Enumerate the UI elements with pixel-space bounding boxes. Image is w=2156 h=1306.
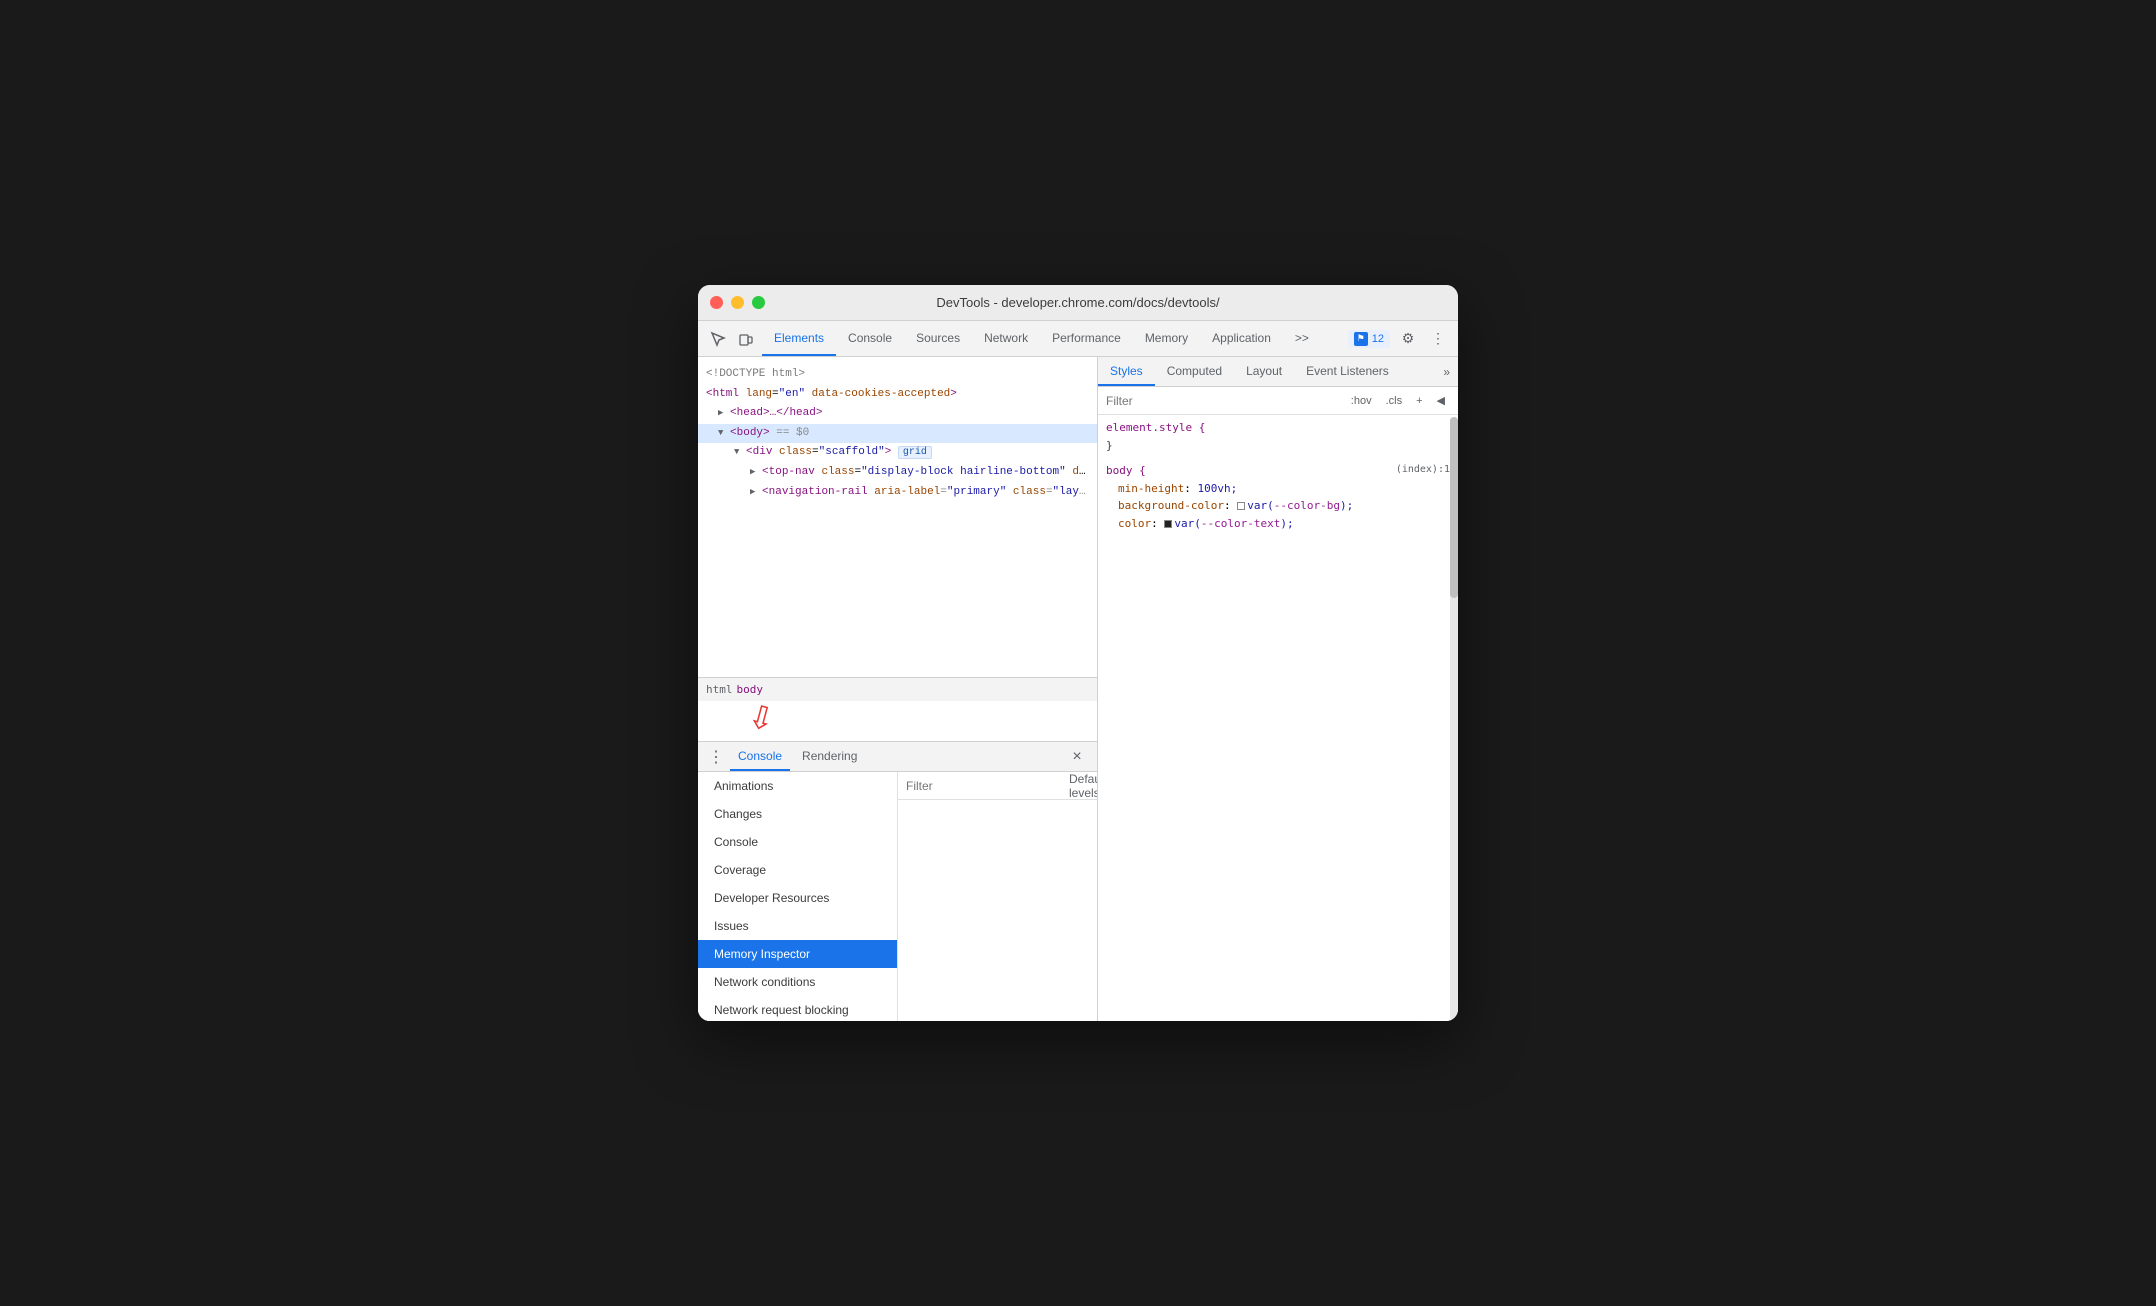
drawer-item-developer-resources[interactable]: Developer Resources <box>698 884 897 912</box>
console-area: Default levels ▼ ⚑ 12 Issues: 12 ⚙ <box>898 772 1097 1021</box>
tab-event-listeners[interactable]: Event Listeners <box>1294 357 1401 386</box>
drawer-item-animations[interactable]: Animations <box>698 772 897 800</box>
nav-rail-line[interactable]: ▶ <navigation-rail aria-label="primary" … <box>698 483 1097 503</box>
tab-more[interactable]: >> <box>1283 321 1321 356</box>
element-style-block: element.style { } <box>1106 419 1450 454</box>
levels-label: Default levels <box>1069 772 1097 800</box>
drawer-item-network-request-blocking[interactable]: Network request blocking <box>698 996 897 1021</box>
console-filter-bar: Default levels ▼ ⚑ 12 Issues: 12 ⚙ <box>898 772 1097 800</box>
styles-content: element.style { } (index):1 body { <box>1098 415 1458 1021</box>
body-style-source: (index):1 <box>1396 462 1450 478</box>
element-style-selector: element.style { <box>1106 419 1450 437</box>
minimize-button[interactable] <box>731 296 744 309</box>
tab-layout[interactable]: Layout <box>1234 357 1294 386</box>
scrollbar-thumb <box>1450 417 1458 598</box>
toggle-sidebar-button[interactable]: ◀ <box>1432 393 1450 408</box>
devtools-toolbar: Elements Console Sources Network Perform… <box>698 321 1458 357</box>
styles-tab-more[interactable]: » <box>1435 357 1458 386</box>
body-style-color: color: var(--color-text); <box>1106 515 1450 533</box>
console-filter-input[interactable] <box>906 779 1061 793</box>
elements-left-panel: <!DOCTYPE html> <html lang="en" data-coo… <box>698 357 1098 1021</box>
styles-filter-bar: :hov .cls + ◀ <box>1098 387 1458 415</box>
top-nav-line[interactable]: ▶ <top-nav class="display-block hairline… <box>698 463 1097 483</box>
device-toolbar-icon[interactable] <box>734 327 758 351</box>
close-button[interactable] <box>710 296 723 309</box>
traffic-lights <box>710 296 765 309</box>
tab-application[interactable]: Application <box>1200 321 1283 356</box>
drawer-item-issues[interactable]: Issues <box>698 912 897 940</box>
issues-badge[interactable]: ⚑ 12 <box>1348 330 1390 348</box>
html-tag-line[interactable]: <html lang="en" data-cookies-accepted> <box>698 385 1097 405</box>
add-style-button[interactable]: + <box>1411 394 1427 408</box>
console-levels-dropdown[interactable]: Default levels ▼ <box>1069 772 1097 800</box>
title-bar: DevTools - developer.chrome.com/docs/dev… <box>698 285 1458 321</box>
cls-filter-button[interactable]: .cls <box>1381 394 1408 408</box>
color-swatch <box>1164 520 1172 528</box>
breadcrumb-body[interactable]: body <box>737 683 764 696</box>
window-title: DevTools - developer.chrome.com/docs/dev… <box>936 295 1219 310</box>
tab-elements[interactable]: Elements <box>762 321 836 356</box>
head-line[interactable]: ▶ <head>…</head> <box>698 404 1097 424</box>
styles-toolbar: Styles Computed Layout Event Listeners » <box>1098 357 1458 387</box>
tab-styles[interactable]: Styles <box>1098 357 1155 386</box>
drawer-menu: Animations Changes Console Coverage Deve… <box>698 772 898 1021</box>
bottom-panel: ⋮ Console Rendering × Animations Changes… <box>698 741 1097 1021</box>
tab-computed[interactable]: Computed <box>1155 357 1234 386</box>
hov-filter-button[interactable]: :hov <box>1346 394 1377 408</box>
tab-bottom-rendering[interactable]: Rendering <box>794 742 865 771</box>
tab-network[interactable]: Network <box>972 321 1040 356</box>
drawer-item-console[interactable]: Console <box>698 828 897 856</box>
styles-right-panel: Styles Computed Layout Event Listeners »… <box>1098 357 1458 1021</box>
styles-scrollbar[interactable] <box>1450 417 1458 1021</box>
bg-color-swatch <box>1237 502 1245 510</box>
tab-sources[interactable]: Sources <box>904 321 972 356</box>
devtools-panel: Elements Console Sources Network Perform… <box>698 321 1458 1021</box>
drawer-menu-icon[interactable]: ⋮ <box>706 747 726 767</box>
bottom-panel-toolbar: ⋮ Console Rendering × <box>698 742 1097 772</box>
customize-icon[interactable]: ⋮ <box>1426 327 1450 351</box>
issues-label: 12 <box>1372 333 1384 345</box>
body-line[interactable]: ▼ <body> == $0 <box>698 424 1097 444</box>
bottom-panel-content: Animations Changes Console Coverage Deve… <box>698 772 1097 1021</box>
inspect-element-icon[interactable] <box>706 327 730 351</box>
body-style-bg-color: background-color: var(--color-bg); <box>1106 497 1450 515</box>
doctype-line: <!DOCTYPE html> <box>698 365 1097 385</box>
drawer-item-memory-inspector[interactable]: Memory Inspector <box>698 940 897 968</box>
red-arrow-annotation: ⇩ <box>744 696 780 740</box>
close-drawer-button[interactable]: × <box>1065 745 1089 769</box>
maximize-button[interactable] <box>752 296 765 309</box>
scaffold-div-line[interactable]: ▼ <div class="scaffold"> grid <box>698 443 1097 463</box>
devtools-tabs: Elements Console Sources Network Perform… <box>762 321 1321 356</box>
element-style-closing: } <box>1106 437 1450 455</box>
tab-bottom-console[interactable]: Console <box>730 742 790 771</box>
tab-console[interactable]: Console <box>836 321 904 356</box>
devtools-window: DevTools - developer.chrome.com/docs/dev… <box>698 285 1458 1021</box>
settings-icon[interactable]: ⚙ <box>1396 327 1420 351</box>
devtools-body: <!DOCTYPE html> <html lang="en" data-coo… <box>698 357 1458 1021</box>
toolbar-right: ⚑ 12 ⚙ ⋮ <box>1348 327 1450 351</box>
elements-panel: <!DOCTYPE html> <html lang="en" data-coo… <box>698 357 1097 677</box>
breadcrumb-html[interactable]: html <box>706 683 733 696</box>
tab-performance[interactable]: Performance <box>1040 321 1133 356</box>
tab-memory[interactable]: Memory <box>1133 321 1200 356</box>
drawer-item-coverage[interactable]: Coverage <box>698 856 897 884</box>
drawer-item-network-conditions[interactable]: Network conditions <box>698 968 897 996</box>
styles-filter-input[interactable] <box>1106 394 1342 408</box>
issues-icon: ⚑ <box>1354 332 1368 346</box>
body-style-min-height: min-height: 100vh; <box>1106 480 1450 498</box>
body-style-header: (index):1 body { <box>1106 462 1450 480</box>
drawer-item-changes[interactable]: Changes <box>698 800 897 828</box>
body-style-block: (index):1 body { min-height: 100vh; back… <box>1106 462 1450 532</box>
arrow-annotation-area: ⇩ <box>698 701 1097 741</box>
